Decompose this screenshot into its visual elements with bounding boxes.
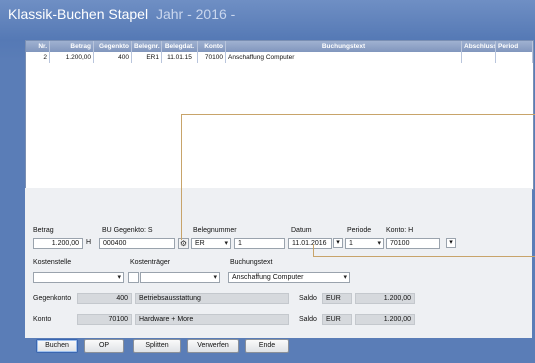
col-buchungstext[interactable]: Buchungstext: [226, 41, 462, 52]
cell-buchungstext: Anschaffung Computer: [226, 52, 462, 63]
cell-betrag: 1.200,00: [50, 52, 94, 63]
konto-saldo: 1.200,00: [355, 314, 415, 325]
gegenkonto-label: Gegenkonto: [33, 295, 72, 302]
kostenstelle-select[interactable]: [33, 272, 124, 283]
kostentraeger-code[interactable]: [128, 272, 139, 283]
konto-row-label: Konto: [33, 316, 52, 323]
window-title: Klassik-Buchen Stapel Jahr - 2016 -: [8, 6, 235, 26]
belegnummer-input[interactable]: 1: [234, 238, 285, 249]
title-text: Klassik-Buchen Stapel: [8, 6, 149, 22]
app-window: Klassik-Buchen Stapel Jahr - 2016 - Nr. …: [0, 0, 535, 363]
bu-gegenkto-label: BU Gegenkto: S: [102, 227, 153, 234]
table-row[interactable]: 2 1.200,00 400 ER1 11.01.15 70100 Anscha…: [26, 52, 533, 63]
konto-label: Konto: H: [386, 227, 414, 234]
periode-label: Periode: [347, 227, 372, 234]
konto-input[interactable]: 70100: [386, 238, 440, 249]
kostentraeger-label: Kostenträger: [130, 259, 171, 266]
verwerfen-button[interactable]: Verwerfen: [187, 339, 239, 353]
ende-button[interactable]: Ende: [245, 339, 289, 353]
col-betrag[interactable]: Betrag: [50, 41, 94, 52]
kostentraeger-select[interactable]: [140, 272, 220, 283]
buchen-button[interactable]: Buchen: [36, 339, 78, 353]
gegenkonto-number: 400: [77, 293, 132, 304]
gear-icon[interactable]: ⚙: [178, 238, 189, 249]
kostenstelle-label: Kostenstelle: [33, 259, 72, 266]
col-belegdat[interactable]: Belegdat.: [162, 41, 198, 52]
booking-grid[interactable]: Nr. Betrag Gegenkto Belegnr. Belegdat. K…: [25, 40, 534, 190]
betrag-suffix: H: [86, 239, 92, 246]
konto-currency: EUR: [322, 314, 352, 325]
gegenkonto-saldo-label: Saldo: [299, 295, 317, 302]
belegtyp-select[interactable]: ER: [191, 238, 231, 249]
annotation-line-datum: [313, 244, 314, 256]
konto-number: 70100: [77, 314, 132, 325]
gegenkonto-name: Betriebsausstattung: [135, 293, 289, 304]
cell-abschluss: [462, 52, 496, 63]
cell-nr: 2: [26, 52, 50, 63]
konto-name: Hardware + More: [135, 314, 289, 325]
datum-input[interactable]: 11.01.2016: [288, 238, 332, 249]
annotation-line-top: [181, 114, 535, 115]
cell-belegdat: 11.01.15: [162, 52, 198, 63]
periode-select[interactable]: 1: [345, 238, 384, 249]
grid-header: Nr. Betrag Gegenkto Belegnr. Belegdat. K…: [26, 41, 533, 52]
cell-periode: [496, 52, 533, 63]
annotation-line-left: [181, 114, 182, 240]
gegenkonto-currency: EUR: [322, 293, 352, 304]
col-belegnr[interactable]: Belegnr.: [132, 41, 162, 52]
title-year: Jahr - 2016 -: [155, 6, 236, 22]
datum-dropdown-button[interactable]: ▾: [333, 238, 343, 248]
buchungstext-label: Buchungstext: [230, 259, 273, 266]
col-konto[interactable]: Konto: [198, 41, 226, 52]
cell-gegenkto: 400: [94, 52, 132, 63]
konto-saldo-label: Saldo: [299, 316, 317, 323]
col-gegenkto[interactable]: Gegenkto: [94, 41, 132, 52]
cell-belegnr: ER1: [132, 52, 162, 63]
col-abschluss[interactable]: Abschluss: [462, 41, 496, 52]
splitten-button[interactable]: Splitten: [133, 339, 181, 353]
op-button[interactable]: OP: [84, 339, 124, 353]
col-nr[interactable]: Nr.: [26, 41, 50, 52]
bu-gegenkto-input[interactable]: 000400: [99, 238, 175, 249]
col-periode[interactable]: Period: [496, 41, 533, 52]
annotation-line-bottom: [313, 256, 535, 257]
buchungstext-select[interactable]: Anschaffung Computer: [228, 272, 350, 283]
konto-dropdown-button[interactable]: ▾: [446, 238, 456, 248]
cell-konto: 70100: [198, 52, 226, 63]
betrag-label: Betrag: [33, 227, 54, 234]
belegnummer-label: Belegnummer: [193, 227, 237, 234]
datum-label: Datum: [291, 227, 312, 234]
betrag-input[interactable]: 1.200,00: [33, 238, 83, 249]
gegenkonto-saldo: 1.200,00: [355, 293, 415, 304]
